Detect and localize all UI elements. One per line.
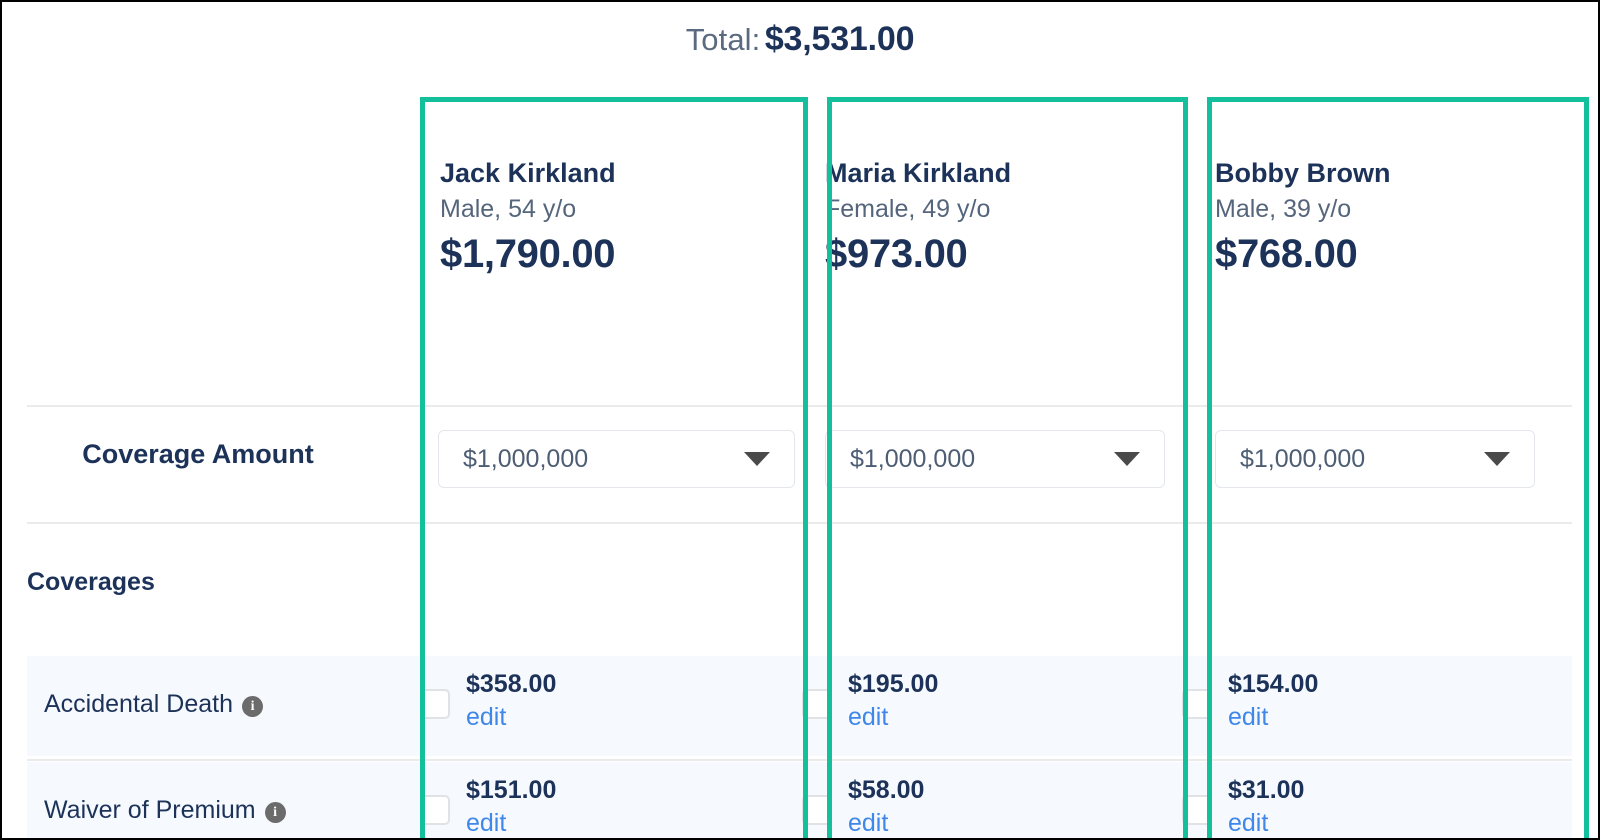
coverage-row-name: Waiver of Premium xyxy=(44,796,256,824)
person-name: Bobby Brown xyxy=(1215,158,1391,188)
coverage-amount-value: $1,000,000 xyxy=(850,444,976,473)
coverage-amount-select-bobby-brown[interactable]: $1,000,000 xyxy=(1215,430,1535,488)
coverage-cell: $58.00 edit xyxy=(802,773,925,838)
coverage-cell-content: $154.00 edit xyxy=(1228,667,1318,733)
person-header: Jack Kirkland Male, 54 y/o $1,790.00 xyxy=(440,157,616,280)
coverage-checkbox[interactable] xyxy=(1182,689,1212,719)
coverage-amount-value: $358.00 xyxy=(466,670,557,698)
coverage-amount-value: $1,000,000 xyxy=(463,444,589,473)
coverage-cell: $154.00 edit xyxy=(1182,667,1318,733)
coverage-edit-link[interactable]: edit xyxy=(1228,807,1304,838)
coverage-cell-content: $358.00 edit xyxy=(466,667,556,733)
person-premium: $1,790.00 xyxy=(440,232,616,276)
coverage-cell: $195.00 edit xyxy=(802,667,938,733)
coverage-checkbox[interactable] xyxy=(802,689,832,719)
coverage-amount-value: $151.00 xyxy=(466,776,557,804)
person-demographics: Female, 49 y/o xyxy=(825,195,991,223)
coverage-amount-value: $154.00 xyxy=(1228,670,1319,698)
person-premium: $973.00 xyxy=(825,232,968,276)
total-label: Total: xyxy=(685,22,761,57)
coverage-cell: $358.00 edit xyxy=(420,667,556,733)
chevron-down-icon xyxy=(1484,452,1510,466)
coverage-amount-select-maria-kirkland[interactable]: $1,000,000 xyxy=(825,430,1165,488)
coverage-cell: $31.00 edit xyxy=(1182,773,1305,838)
total-value: $3,531.00 xyxy=(764,20,915,58)
coverage-amount-value: $58.00 xyxy=(848,776,925,804)
chevron-down-icon xyxy=(1114,452,1140,466)
person-header: Bobby Brown Male, 39 y/o $768.00 xyxy=(1215,157,1391,280)
coverage-amount-label: Coverage Amount xyxy=(82,439,314,469)
coverage-amount-value: $31.00 xyxy=(1228,776,1305,804)
coverage-amount-select-jack-kirkland[interactable]: $1,000,000 xyxy=(438,430,795,488)
person-header: Maria Kirkland Female, 49 y/o $973.00 xyxy=(825,157,1011,280)
quote-comparison-panel: Total: $3,531.00 Coverage Amount Coverag… xyxy=(0,0,1600,840)
person-name: Maria Kirkland xyxy=(825,158,1012,188)
row-divider xyxy=(27,522,1572,524)
coverage-edit-link[interactable]: edit xyxy=(1228,701,1318,733)
info-circle-icon[interactable]: i xyxy=(242,696,264,717)
coverage-cell-content: $58.00 edit xyxy=(848,773,925,838)
row-divider xyxy=(27,759,1572,761)
coverage-row-name: Accidental Death xyxy=(44,690,234,718)
coverages-section-heading: Coverages xyxy=(27,568,155,596)
coverage-edit-link[interactable]: edit xyxy=(848,807,924,838)
coverage-edit-link[interactable]: edit xyxy=(848,701,938,733)
coverage-cell-content: $195.00 edit xyxy=(848,667,938,733)
chevron-down-icon xyxy=(744,452,770,466)
row-divider xyxy=(27,405,1572,407)
coverage-checkbox[interactable] xyxy=(420,689,450,719)
coverage-checkbox[interactable] xyxy=(420,795,450,825)
coverage-cell-content: $31.00 edit xyxy=(1228,773,1305,838)
person-name: Jack Kirkland xyxy=(440,158,616,188)
person-demographics: Male, 39 y/o xyxy=(1215,195,1352,223)
coverage-row-label: Waiver of Premium i xyxy=(44,796,286,825)
coverage-amount-value: $195.00 xyxy=(848,670,939,698)
coverage-edit-link[interactable]: edit xyxy=(466,701,556,733)
coverage-cell: $151.00 edit xyxy=(420,773,557,838)
coverage-edit-link[interactable]: edit xyxy=(466,807,556,838)
person-demographics: Male, 54 y/o xyxy=(440,195,577,223)
coverage-row-label: Accidental Death i xyxy=(44,690,264,719)
info-circle-icon[interactable]: i xyxy=(264,802,286,823)
coverage-checkbox[interactable] xyxy=(1182,795,1212,825)
total-premium-bar: Total: $3,531.00 xyxy=(2,20,1598,59)
person-premium: $768.00 xyxy=(1215,232,1358,276)
coverage-cell-content: $151.00 edit xyxy=(466,773,557,838)
coverage-checkbox[interactable] xyxy=(802,795,832,825)
coverage-amount-value: $1,000,000 xyxy=(1240,444,1366,473)
